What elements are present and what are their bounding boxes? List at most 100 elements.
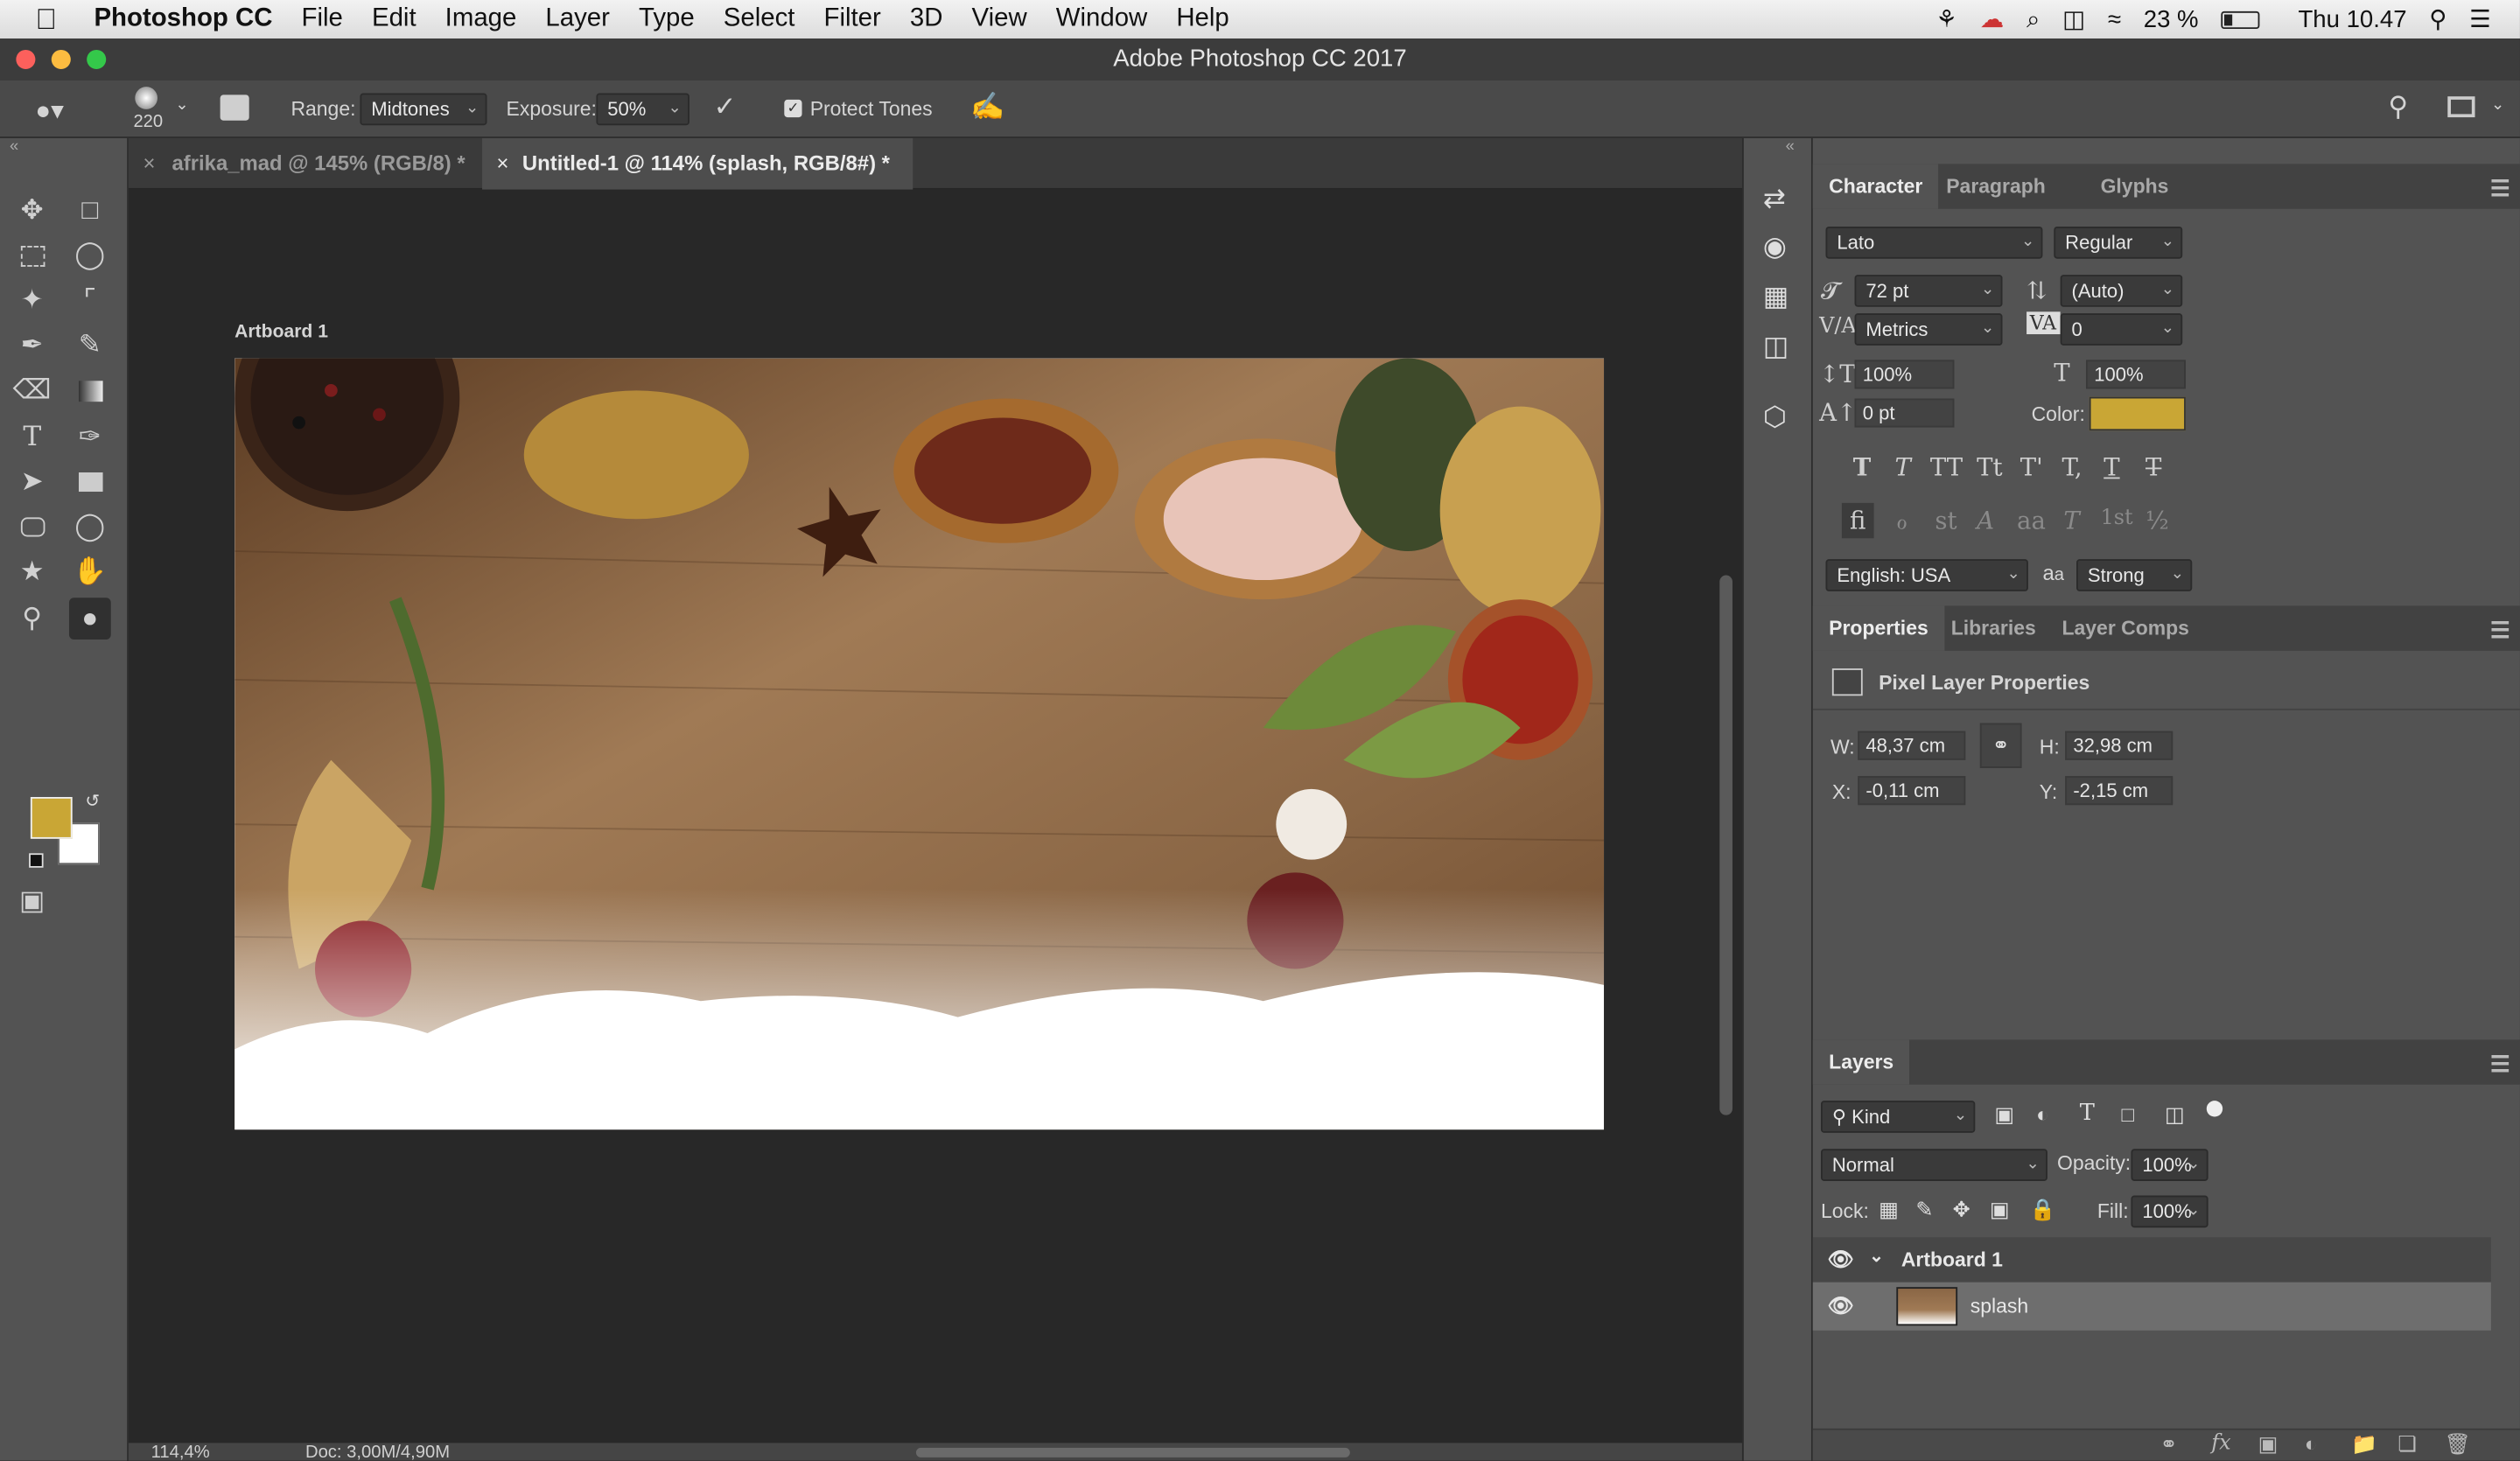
zoom-tool-icon[interactable]: ⚲ (11, 598, 53, 640)
screen-mode-icon[interactable]: ▣ (11, 881, 53, 923)
panel-menu-icon[interactable]: ☰ (2490, 617, 2510, 644)
font-size-input[interactable]: 72 pt ⌄ (1854, 275, 2003, 307)
visibility-eye-icon[interactable]: 👁 (1827, 1247, 1853, 1272)
exposure-input[interactable]: 50% ⌄ (596, 93, 690, 126)
faux-bold-button[interactable]: T (1853, 453, 1872, 482)
menu-file[interactable]: File (287, 5, 357, 34)
menu-app-name[interactable]: Photoshop CC (80, 5, 287, 34)
tab-character[interactable]: Character (1812, 164, 1939, 209)
new-layer-icon[interactable]: ❏ (2398, 1431, 2416, 1457)
horizontal-scrollbar[interactable] (915, 1447, 1350, 1458)
tab-layer-comps[interactable]: Layer Comps (2046, 605, 2205, 650)
filter-shape-icon[interactable]: □ (2121, 1102, 2133, 1127)
underline-button[interactable]: T (2104, 453, 2119, 482)
workspace-switcher-icon[interactable] (2447, 96, 2475, 118)
menu-image[interactable]: Image (430, 5, 531, 34)
artboard-label[interactable]: Artboard 1 (234, 323, 328, 342)
baseline-shift-input[interactable]: 0 pt (1854, 398, 1955, 428)
close-tab-icon[interactable]: × (143, 138, 155, 190)
lock-position-icon[interactable]: ✥ (1953, 1197, 1970, 1222)
leading-input[interactable]: (Auto) ⌄ (2060, 275, 2183, 307)
ellipse-tool-icon[interactable]: ◯ (69, 507, 111, 549)
range-select[interactable]: Midtones ⌄ (360, 93, 487, 126)
menu-filter[interactable]: Filter (809, 5, 895, 34)
font-family-select[interactable]: Lato ⌄ (1825, 226, 2043, 259)
minimize-window-button[interactable] (51, 49, 71, 69)
lasso-tool-icon[interactable]: ◯ (69, 234, 111, 276)
adjustments-icon[interactable]: ◫ (1763, 331, 1789, 363)
filter-type-icon[interactable]: T (2080, 1101, 2095, 1126)
spotlight-search-icon[interactable]: ⚲ (2429, 5, 2446, 33)
fill-input[interactable]: 100% ⌄ (2131, 1195, 2208, 1228)
tab-glyphs[interactable]: Glyphs (2084, 164, 2185, 208)
wifi-icon[interactable]: ≈ (2108, 5, 2121, 32)
expand-panels-icon[interactable]: « (1786, 138, 1795, 156)
artboard-image[interactable] (234, 358, 1605, 1130)
link-layers-icon[interactable]: ⚭ (2160, 1431, 2178, 1457)
layer-row-artboard[interactable]: 👁 ⌄ Artboard 1 (1812, 1237, 2491, 1283)
marquee-tool-icon[interactable] (11, 234, 53, 276)
brush-preview-icon[interactable] (135, 87, 158, 109)
menu-help[interactable]: Help (1162, 5, 1243, 34)
ordinals-button[interactable]: 1st (2101, 507, 2133, 531)
brush-tool-icon[interactable]: ✎ (69, 325, 111, 367)
doc-size[interactable]: Doc: 3,00M/4,90M (305, 1443, 450, 1461)
font-style-select[interactable]: Regular ⌄ (2054, 226, 2183, 259)
rectangle-tool-icon[interactable] (69, 461, 111, 503)
menu-edit[interactable]: Edit (357, 5, 430, 34)
foreground-color-swatch[interactable] (30, 797, 73, 839)
eraser-tool-icon[interactable]: ⌫ (11, 369, 53, 411)
brush-settings-icon[interactable] (220, 94, 249, 121)
rounded-rectangle-tool-icon[interactable] (11, 507, 53, 549)
default-colors-icon[interactable] (29, 853, 44, 868)
add-mask-icon[interactable]: ▣ (2258, 1431, 2278, 1457)
antenna-icon[interactable]: ⌕ (2026, 5, 2040, 32)
vertical-scale-input[interactable]: 100% (1854, 360, 1955, 389)
menu-window[interactable]: Window (1041, 5, 1162, 34)
y-input[interactable]: -2,15 cm (2065, 776, 2174, 806)
custom-shape-tool-icon[interactable]: ★ (11, 551, 53, 593)
battery-icon[interactable] (2221, 10, 2260, 29)
close-tab-icon[interactable]: × (497, 138, 509, 190)
creative-cloud-icon[interactable]: ⚘ (1936, 5, 1957, 33)
sponge-tool-icon[interactable]: ● (68, 598, 111, 640)
tab-properties[interactable]: Properties (1812, 605, 1945, 651)
titling-button[interactable]: T (2063, 507, 2079, 535)
swash-button[interactable]: A (1977, 507, 1994, 535)
discretionary-ligatures-button[interactable]: st (1935, 507, 1956, 535)
tracking-select[interactable]: 0 ⌄ (2060, 313, 2183, 346)
tab-libraries[interactable]: Libraries (1935, 605, 2052, 650)
clock[interactable]: Thu 10.47 (2298, 5, 2406, 32)
menu-select[interactable]: Select (709, 5, 809, 34)
layer-filter-select[interactable]: ⚲ Kind ⌄ (1820, 1101, 1976, 1133)
x-input[interactable]: -0,11 cm (1858, 776, 1966, 806)
swap-colors-icon[interactable]: ↺ (85, 791, 100, 811)
lock-image-icon[interactable]: ✎ (1915, 1197, 1933, 1222)
antialias-select[interactable]: Strong ⌄ (2076, 559, 2193, 591)
filter-toggle-icon[interactable] (2206, 1101, 2223, 1117)
ligatures-button[interactable]: fi (1841, 502, 1874, 539)
apple-icon[interactable]:  (0, 3, 80, 37)
pressure-size-icon[interactable]: ✍ (970, 92, 1004, 124)
opacity-input[interactable]: 100% ⌄ (2131, 1149, 2208, 1181)
vertical-scrollbar[interactable] (1719, 575, 1732, 1115)
tab-afrika-mad[interactable]: × afrika_mad @ 145% (RGB/8) * (129, 138, 482, 190)
chevron-down-icon[interactable]: ⌄ (2491, 96, 2504, 114)
visibility-eye-icon[interactable]: 👁 (1827, 1294, 1853, 1319)
search-icon[interactable]: ⚲ (2388, 92, 2408, 124)
language-select[interactable]: English: USA ⌄ (1825, 559, 2028, 591)
swatches-icon[interactable]: ◉ (1763, 231, 1787, 263)
path-selection-tool-icon[interactable]: ➤ (11, 461, 53, 503)
old-style-button[interactable]: ℴ (1896, 507, 1908, 535)
filter-smart-object-icon[interactable]: ◫ (2165, 1102, 2185, 1128)
all-caps-button[interactable]: TT (1930, 453, 1963, 482)
3d-cube-icon[interactable]: ⬡ (1763, 402, 1787, 434)
notification-center-icon[interactable]: ☰ (2469, 5, 2491, 33)
magic-wand-tool-icon[interactable]: ✦ (11, 280, 53, 322)
text-color-swatch[interactable] (2089, 396, 2186, 431)
sponge-tool-preset-icon[interactable]: ●▾ (35, 94, 64, 127)
stylistic-alternates-button[interactable]: aa (2017, 507, 2046, 535)
menu-3d[interactable]: 3D (895, 5, 957, 34)
hand-tool-icon[interactable]: ✋ (69, 551, 111, 593)
sync-icon[interactable]: ☁ (1980, 5, 2005, 33)
